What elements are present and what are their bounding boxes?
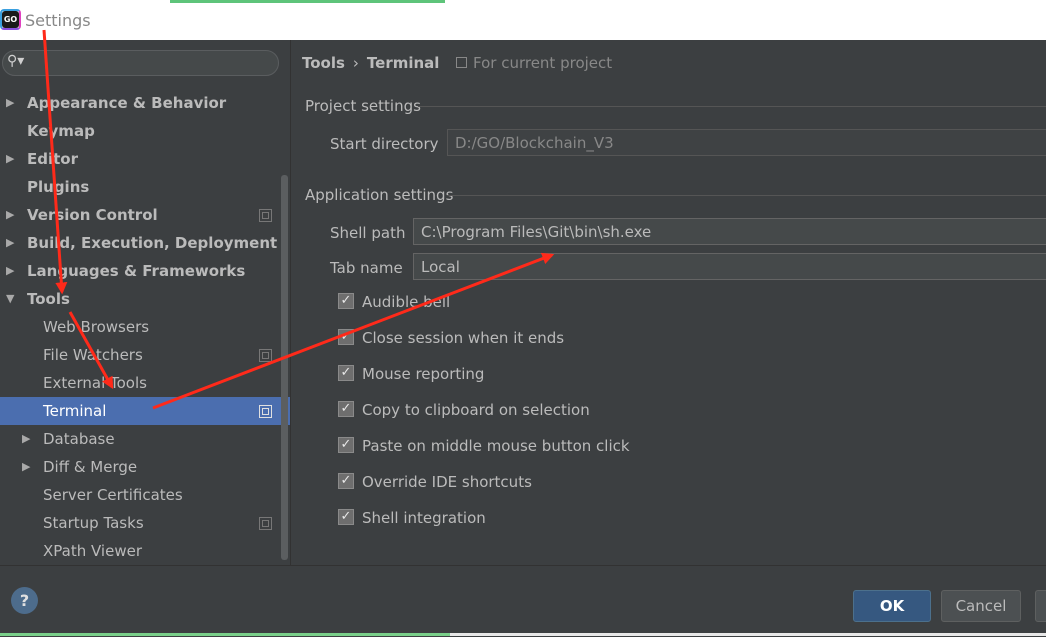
collapsed-arrow-icon[interactable]: ▶ [6,145,14,173]
dialog-footer: ? OK Cancel [0,565,1046,637]
terminal-settings-panel: Tools › Terminal For current project Proje… [291,40,1046,565]
project-scope-icon [259,209,272,222]
title-strip [170,0,445,3]
project-scope-icon [259,517,272,530]
breadcrumb: Tools › Terminal [302,54,439,72]
sidebar-item-version-control[interactable]: ▶ Version Control [0,201,290,229]
sidebar-item-server-certificates[interactable]: Server Certificates [0,481,290,509]
sidebar-item-label: Version Control [27,206,158,224]
goland-logo-icon: GO [0,9,21,30]
sidebar-item-languages-frameworks[interactable]: ▶ Languages & Frameworks [0,257,290,285]
project-scope-icon [456,57,467,68]
search-input[interactable]: ⚲▾ [2,50,279,76]
sidebar-item-label: Build, Execution, Deployment [27,234,278,252]
collapsed-arrow-icon[interactable]: ▶ [6,229,14,257]
project-scope-icon [259,349,272,362]
sidebar-item-label: Startup Tasks [43,514,144,532]
sidebar-item-label: External Tools [43,374,147,392]
sidebar-item-diff-merge[interactable]: ▶ Diff & Merge [0,453,290,481]
checkbox[interactable]: ✓ [338,329,354,345]
sidebar-item-label: Server Certificates [43,486,183,504]
shell-path-label: Shell path [330,224,406,242]
window-title: Settings [25,11,91,30]
sidebar-item-label: Editor [27,150,78,168]
sidebar-item-file-watchers[interactable]: File Watchers [0,341,290,369]
collapsed-arrow-icon[interactable]: ▶ [6,257,14,285]
section-divider [447,195,1046,196]
sidebar-item-xpath-viewer[interactable]: XPath Viewer [0,537,290,565]
sidebar-item-external-tools[interactable]: External Tools [0,369,290,397]
help-button[interactable]: ? [11,587,38,614]
sidebar-item-tools[interactable]: ▼ Tools [0,285,290,313]
checkbox-label: Audible bell [362,293,451,311]
checkbox[interactable]: ✓ [338,365,354,381]
ok-button[interactable]: OK [853,590,931,622]
search-icon: ⚲▾ [7,53,25,69]
sidebar-item-label: Database [43,430,115,448]
collapsed-arrow-icon[interactable]: ▶ [6,89,14,117]
sidebar-item-label: Tools [27,290,70,308]
apply-button-edge[interactable] [1035,590,1046,622]
sidebar-item-terminal[interactable]: Terminal [0,397,290,425]
sidebar-item-keymap[interactable]: Keymap [0,117,290,145]
sidebar-item-label: Appearance & Behavior [27,94,227,112]
start-directory-field[interactable]: D:/GO/Blockchain_V3 [447,129,1046,156]
sidebar-item-label: File Watchers [43,346,143,364]
expanded-arrow-icon[interactable]: ▼ [6,285,14,313]
project-scope-label: For current project [473,54,613,72]
sidebar-item-label: Diff & Merge [43,458,138,476]
project-scope-note: For current project [456,54,612,72]
tab-name-label: Tab name [330,259,403,277]
sidebar-scrollbar[interactable] [281,175,288,560]
sidebar-item-editor[interactable]: ▶ Editor [0,145,290,173]
checkbox[interactable]: ✓ [338,401,354,417]
checkbox[interactable]: ✓ [338,293,354,309]
checkbox[interactable]: ✓ [338,437,354,453]
collapsed-arrow-icon[interactable]: ▶ [22,453,30,481]
settings-sidebar: ⚲▾ ▶ Appearance & Behavior Keymap ▶ Editor Pl… [0,40,291,565]
sidebar-item-web-browsers[interactable]: Web Browsers [0,313,290,341]
sidebar-item-label: Terminal [43,402,107,420]
collapsed-arrow-icon[interactable]: ▶ [6,201,14,229]
project-scope-icon [259,405,272,418]
sidebar-item-label: Keymap [27,122,95,140]
tab-name-field[interactable]: Local [413,253,1046,280]
sidebar-item-label: XPath Viewer [43,542,142,560]
project-settings-heading: Project settings [305,97,421,115]
breadcrumb-separator: › [352,54,359,72]
title-bar: GO Settings [0,0,1046,40]
checkbox-label: Close session when it ends [362,329,565,347]
checkbox-label: Mouse reporting [362,365,485,383]
checkbox[interactable]: ✓ [338,473,354,489]
sidebar-item-startup-tasks[interactable]: Startup Tasks [0,509,290,537]
collapsed-arrow-icon[interactable]: ▶ [22,425,30,453]
sidebar-item-database[interactable]: ▶ Database [0,425,290,453]
breadcrumb-parent: Tools [302,54,345,72]
checkbox-label: Copy to clipboard on selection [362,401,590,419]
application-settings-heading: Application settings [305,186,454,204]
sidebar-item-label: Plugins [27,178,90,196]
start-directory-label: Start directory [330,135,439,153]
sidebar-item-plugins[interactable]: Plugins [0,173,290,201]
checkbox-label: Override IDE shortcuts [362,473,532,491]
sidebar-item-appearance-behavior[interactable]: ▶ Appearance & Behavior [0,89,290,117]
sidebar-item-label: Web Browsers [43,318,150,336]
sidebar-item-label: Languages & Frameworks [27,262,246,280]
checkbox[interactable]: ✓ [338,509,354,525]
checkbox-label: Shell integration [362,509,486,527]
shell-path-field[interactable]: C:\Program Files\Git\bin\sh.exe [413,218,1046,245]
section-divider [418,106,1046,107]
checkbox-label: Paste on middle mouse button click [362,437,630,455]
cancel-button[interactable]: Cancel [941,590,1021,622]
breadcrumb-current: Terminal [366,54,440,72]
sidebar-item-build-execution-deployment[interactable]: ▶ Build, Execution, Deployment [0,229,290,257]
